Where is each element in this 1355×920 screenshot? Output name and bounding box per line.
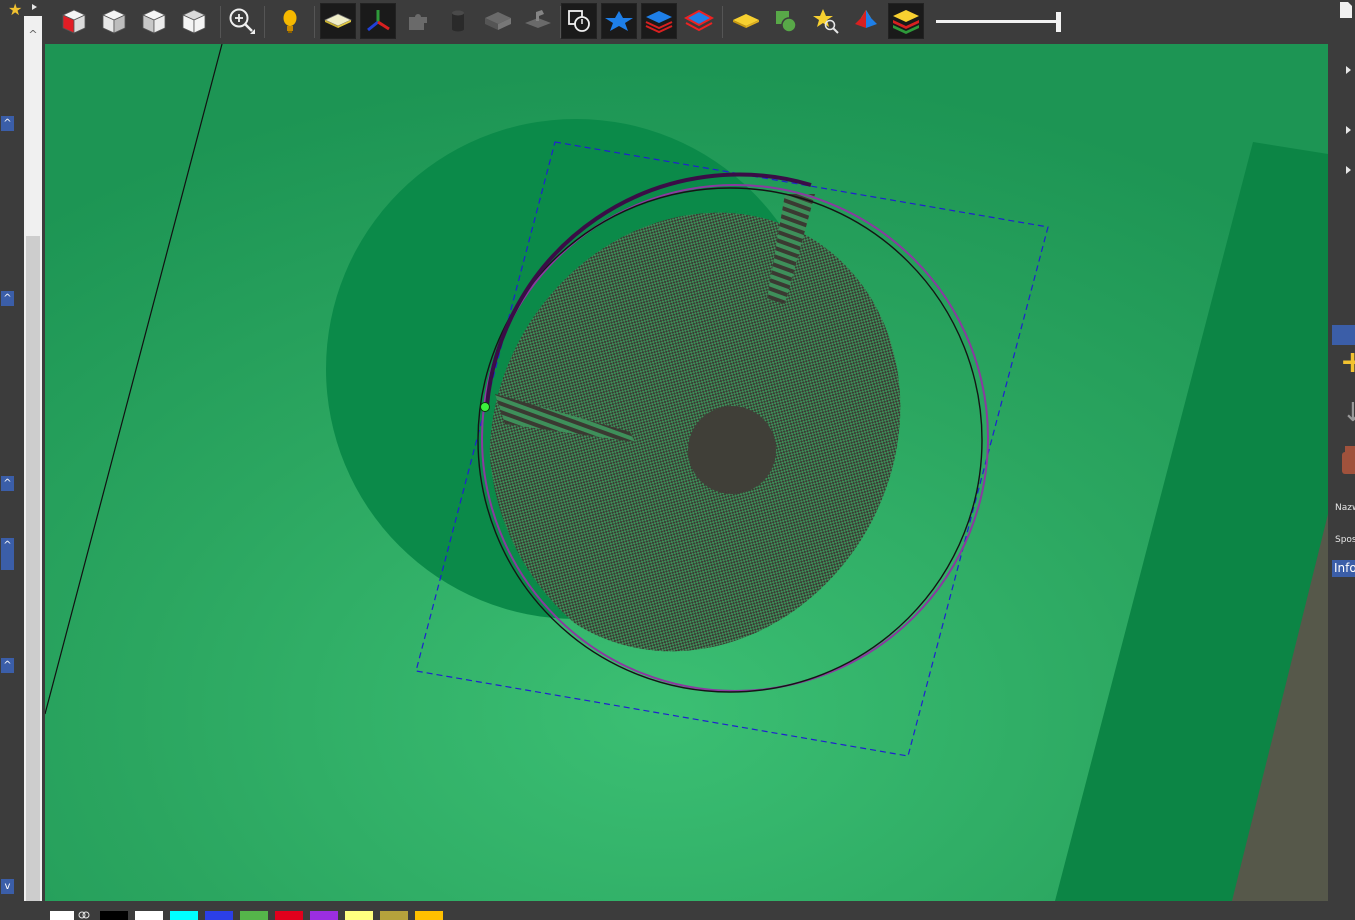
layer-blue-icon (645, 11, 673, 34)
selected-row[interactable] (1332, 325, 1355, 345)
favorites-star-icon[interactable]: ★ (8, 0, 22, 19)
layer-blue-button[interactable] (641, 3, 677, 39)
name-field-label: Nazw (1335, 503, 1355, 513)
cylinder-button[interactable] (440, 3, 476, 39)
control-point-handle[interactable] (480, 402, 490, 412)
view-front-icon (62, 9, 86, 34)
info-tab[interactable]: Info (1332, 560, 1355, 577)
star-search-button[interactable] (808, 3, 844, 39)
palette-swatch[interactable] (50, 911, 74, 920)
add-icon[interactable]: + (1340, 348, 1355, 378)
collapse-chevron-up[interactable]: ^ (1, 116, 14, 131)
puzzle-piece-icon (409, 14, 427, 30)
tool-shape-icon (525, 10, 551, 28)
palette-swatch[interactable] (415, 911, 443, 920)
view-cube-left-icon (142, 9, 166, 34)
layers-stack-button[interactable] (888, 3, 924, 39)
palette-swatch[interactable] (170, 911, 198, 920)
center-hole (688, 406, 776, 494)
layer-yellow-icon (733, 14, 759, 28)
scene-canvas[interactable] (45, 44, 1328, 901)
light-bulb-icon (283, 10, 297, 33)
palette-swatch[interactable] (275, 911, 303, 920)
palette-swatch[interactable] (100, 911, 128, 920)
tool-shape-button[interactable] (520, 3, 556, 39)
toolbar-separator (314, 6, 315, 38)
collapse-chevron-up[interactable]: ^ (1, 658, 14, 673)
expand-arrow-icon[interactable] (1346, 66, 1351, 74)
light-button[interactable] (272, 3, 308, 39)
shape-overlap-button[interactable] (561, 3, 597, 39)
toolbar-separator (220, 6, 221, 38)
view-top-button[interactable] (176, 3, 212, 39)
view-cube-top-icon (182, 9, 206, 34)
show-plane-icon (324, 13, 352, 28)
components-button[interactable] (400, 3, 436, 39)
zoom-slider-track[interactable] (936, 20, 1060, 23)
view-front-button[interactable] (56, 3, 92, 39)
axes-button[interactable] (360, 3, 396, 39)
view-cube-right-icon (102, 9, 126, 34)
layers-multicolor-icon (855, 10, 877, 28)
box-solid-icon (485, 12, 511, 30)
star-shape-button[interactable] (601, 3, 637, 39)
3d-viewport[interactable] (45, 44, 1328, 901)
zoom-icon (229, 8, 255, 34)
palette-swatch[interactable] (135, 911, 163, 920)
collapse-chevron-down[interactable]: v (1, 879, 14, 894)
scroll-up-arrow-icon[interactable]: ^ (24, 28, 42, 42)
collapse-chevron-up[interactable]: ^ (1, 476, 14, 491)
basket-icon[interactable] (1342, 446, 1355, 476)
right-properties-panel: + ↓ Nazw Spos Info (1328, 0, 1355, 920)
page-icon (1340, 2, 1352, 18)
layer-yellow-button[interactable] (728, 3, 764, 39)
collapse-chevron-up[interactable]: ^ (1, 291, 14, 306)
layers-multicolor-button[interactable] (848, 3, 884, 39)
star-shape-icon (605, 11, 633, 31)
toolbar-menu-arrow-icon[interactable] (32, 4, 37, 10)
palette-swatch[interactable] (310, 911, 338, 920)
star-search-icon (813, 9, 839, 34)
left-gutter: ^ ^ ^ ^ ^ v v (0, 44, 24, 920)
box-solid-button[interactable] (480, 3, 516, 39)
palette-swatch[interactable] (205, 911, 233, 920)
shapes-green-icon (776, 11, 797, 33)
collapse-chevron-up[interactable]: ^ (1, 538, 14, 570)
toolbar-separator (264, 6, 265, 38)
layer-red-outline-button[interactable] (681, 3, 717, 39)
show-plane-button[interactable] (320, 3, 356, 39)
layer-red-outline-icon (684, 9, 714, 32)
axes-icon (367, 10, 390, 32)
expand-arrow-icon[interactable] (1346, 166, 1351, 174)
layers-stack-icon (893, 10, 919, 34)
palette-swatch[interactable] (345, 911, 373, 920)
link-icon[interactable] (78, 910, 90, 920)
expand-arrow-icon[interactable] (1346, 126, 1351, 134)
zoom-slider-thumb[interactable] (1056, 12, 1061, 32)
zoom-button[interactable] (224, 3, 260, 39)
method-field-label: Spos (1335, 535, 1355, 545)
main-toolbar: ★ (0, 0, 1330, 44)
shapes-green-button[interactable] (768, 3, 804, 39)
palette-swatch[interactable] (380, 911, 408, 920)
palette-swatch[interactable] (240, 911, 268, 920)
vertical-scrollbar[interactable]: ^ (24, 16, 42, 918)
view-left-button[interactable] (136, 3, 172, 39)
view-right-button[interactable] (96, 3, 132, 39)
toolbar-separator (722, 6, 723, 38)
arrow-down-icon[interactable]: ↓ (1342, 400, 1355, 426)
shape-overlap-icon (568, 10, 590, 32)
cylinder-icon (452, 10, 464, 32)
scrollbar-thumb[interactable] (26, 236, 40, 918)
color-palette-bar (0, 901, 1328, 920)
